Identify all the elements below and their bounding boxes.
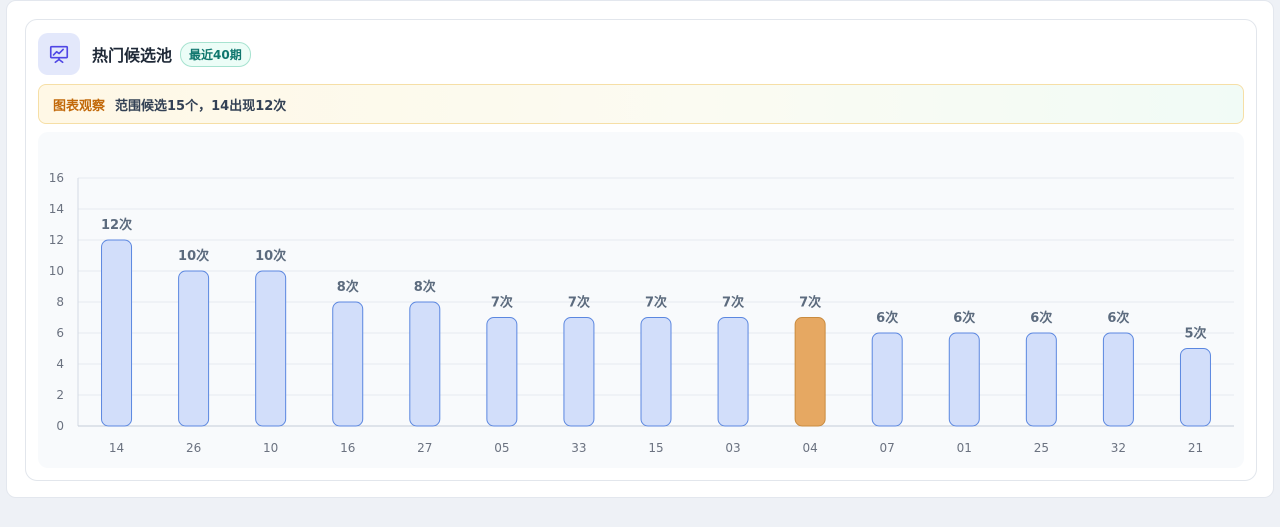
x-tick-label: 01: [957, 441, 972, 455]
chart-observation-banner: 图表观察 范围候选15个，14出现12次: [38, 84, 1244, 124]
observation-text: 范围候选15个，14出现12次: [115, 98, 287, 114]
x-tick-label: 10: [263, 441, 278, 455]
x-tick-label: 27: [417, 441, 432, 455]
bar-value-label: 7次: [645, 295, 667, 311]
bar-value-label: 10次: [178, 248, 209, 264]
bar-value-label: 5次: [1184, 326, 1206, 342]
bar: [1179, 348, 1211, 427]
x-tick-label: 21: [1188, 441, 1203, 455]
x-tick-label: 25: [1034, 441, 1049, 455]
bar: [1102, 332, 1134, 427]
bar: [1025, 332, 1057, 427]
bar: [486, 317, 518, 427]
bar-value-label: 6次: [1107, 310, 1129, 326]
y-tick-label: 16: [49, 171, 64, 185]
x-tick-label: 04: [802, 441, 817, 455]
chart-area: 0 2 4 6 8 10 12 14 16 12次 14 10次 26 10次 10 8次 16 8次 27 7次 05…: [38, 132, 1244, 468]
x-tick-label: 32: [1111, 441, 1126, 455]
outer-panel: 热门候选池 最近40期 图表观察 范围候选15个，14出现12次 0 2 4 6 8 10…: [6, 0, 1274, 498]
bar-value-label: 7次: [799, 295, 821, 311]
bar: [717, 317, 749, 427]
bar-value-label: 7次: [491, 295, 513, 311]
bar: [101, 239, 133, 427]
presentation-chart-icon: [38, 33, 80, 75]
card-header: 热门候选池 最近40期: [38, 32, 251, 76]
y-tick-label: 6: [56, 326, 64, 340]
bar: [640, 317, 672, 427]
bar-value-label: 6次: [1030, 310, 1052, 326]
bar-highlighted: [794, 317, 826, 427]
observation-label: 图表观察: [53, 98, 106, 114]
bar-value-label: 10次: [255, 248, 286, 264]
bar-value-label: 6次: [953, 310, 975, 326]
y-tick-label: 4: [56, 357, 64, 371]
bar-chart: 0 2 4 6 8 10 12 14 16 12次 14 10次 26 10次 10 8次 16 8次 27 7次 05…: [49, 171, 1234, 455]
hot-pool-card: 热门候选池 最近40期 图表观察 范围候选15个，14出现12次 0 2 4 6 8 10…: [25, 19, 1257, 481]
x-tick-label: 03: [725, 441, 740, 455]
bar-value-label: 8次: [337, 279, 359, 295]
x-tick-label: 26: [186, 441, 201, 455]
y-tick-label: 12: [49, 233, 64, 247]
bar: [871, 332, 903, 427]
x-tick-label: 33: [571, 441, 586, 455]
x-tick-label: 14: [109, 441, 124, 455]
bar: [178, 270, 210, 427]
x-tick-label: 07: [880, 441, 895, 455]
bar: [332, 301, 364, 427]
x-tick-label: 05: [494, 441, 509, 455]
x-tick-label: 15: [648, 441, 663, 455]
y-tick-label: 14: [49, 202, 64, 216]
bar-value-label: 12次: [101, 217, 132, 233]
bar-value-label: 6次: [876, 310, 898, 326]
y-tick-label: 8: [56, 295, 64, 309]
bar-value-label: 7次: [722, 295, 744, 311]
bar-value-label: 7次: [568, 295, 590, 311]
bar: [563, 317, 595, 427]
x-tick-label: 16: [340, 441, 355, 455]
bar: [948, 332, 980, 427]
y-tick-label: 0: [56, 419, 64, 433]
y-tick-label: 2: [56, 388, 64, 402]
y-tick-label: 10: [49, 264, 64, 278]
period-badge: 最近40期: [180, 41, 251, 67]
card-title: 热门候选池: [92, 46, 173, 65]
bar-value-label: 8次: [414, 279, 436, 295]
bar: [409, 301, 441, 427]
bar: [255, 270, 287, 427]
